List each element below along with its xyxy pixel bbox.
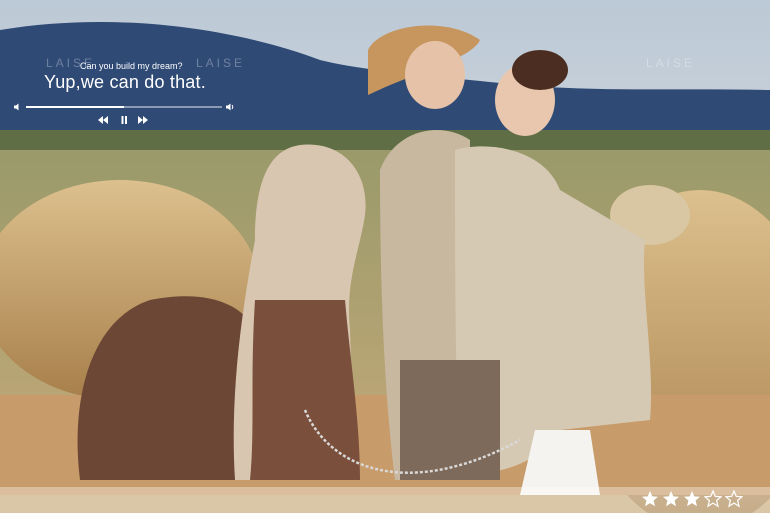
star-empty-icon[interactable] — [725, 490, 743, 508]
brand-watermark-right: LAISE — [646, 56, 696, 70]
quote-subtitle: Can you build my dream? — [80, 61, 183, 71]
brand-watermark-center: LAISE — [196, 56, 246, 70]
volume-low-icon[interactable] — [13, 102, 23, 112]
progress-fill — [26, 106, 124, 108]
star-filled-icon[interactable] — [662, 490, 680, 508]
quote-headline: Yup,we can do that. — [44, 72, 206, 92]
star-empty-icon[interactable] — [704, 490, 722, 508]
volume-high-icon[interactable] — [225, 102, 235, 112]
playback-controls — [97, 116, 159, 126]
progress-track[interactable] — [26, 106, 222, 108]
pause-icon[interactable] — [118, 116, 130, 124]
fast-forward-icon[interactable] — [137, 116, 149, 124]
star-filled-icon[interactable] — [641, 490, 659, 508]
star-rating[interactable] — [641, 490, 751, 510]
star-filled-icon[interactable] — [683, 490, 701, 508]
audio-player — [13, 102, 235, 124]
rewind-icon[interactable] — [97, 116, 109, 124]
